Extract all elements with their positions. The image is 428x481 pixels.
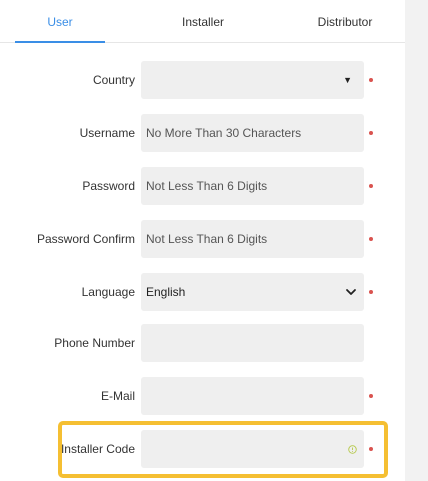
password-confirm-input[interactable]: Not Less Than 6 Digits xyxy=(141,220,364,258)
password-label: Password xyxy=(82,179,135,193)
language-select[interactable]: English xyxy=(141,273,364,311)
account-type-tabs: User Installer Distributor xyxy=(0,0,405,43)
country-label: Country xyxy=(92,73,135,87)
tab-user[interactable]: User xyxy=(15,0,105,43)
registration-card: User Installer Distributor Country ▼ Use… xyxy=(0,0,405,481)
password-row: Password Not Less Than 6 Digits xyxy=(0,167,405,205)
username-input[interactable]: No More Than 30 Characters xyxy=(141,114,364,152)
language-label: Language xyxy=(81,285,135,299)
chevron-down-icon xyxy=(346,289,356,295)
password-confirm-row: Password Confirm Not Less Than 6 Digits xyxy=(0,220,405,258)
email-row: E-Mail xyxy=(0,377,405,415)
password-confirm-placeholder: Not Less Than 6 Digits xyxy=(146,232,268,246)
required-indicator xyxy=(369,290,373,294)
required-indicator xyxy=(369,131,373,135)
password-input[interactable]: Not Less Than 6 Digits xyxy=(141,167,364,205)
caret-down-icon: ▼ xyxy=(343,75,352,85)
phone-input[interactable] xyxy=(141,324,364,362)
tab-distributor[interactable]: Distributor xyxy=(300,0,390,43)
email-input[interactable] xyxy=(141,377,364,415)
password-confirm-label: Password Confirm xyxy=(36,232,135,246)
phone-label: Phone Number xyxy=(54,336,135,350)
country-select[interactable]: ▼ xyxy=(141,61,364,99)
password-placeholder: Not Less Than 6 Digits xyxy=(146,179,268,193)
username-label: Username xyxy=(79,126,135,140)
active-tab-indicator xyxy=(15,41,105,43)
required-indicator xyxy=(369,78,373,82)
required-indicator xyxy=(369,394,373,398)
email-label: E-Mail xyxy=(100,389,135,403)
required-indicator xyxy=(369,184,373,188)
required-indicator xyxy=(369,237,373,241)
installer-code-highlight xyxy=(58,421,388,478)
username-row: Username No More Than 30 Characters xyxy=(0,114,405,152)
phone-row: Phone Number xyxy=(0,324,405,362)
username-placeholder: No More Than 30 Characters xyxy=(146,126,302,140)
country-row: Country ▼ xyxy=(0,61,405,99)
tab-installer[interactable]: Installer xyxy=(158,0,248,43)
language-row: Language English xyxy=(0,273,405,311)
language-value: English xyxy=(146,285,186,299)
